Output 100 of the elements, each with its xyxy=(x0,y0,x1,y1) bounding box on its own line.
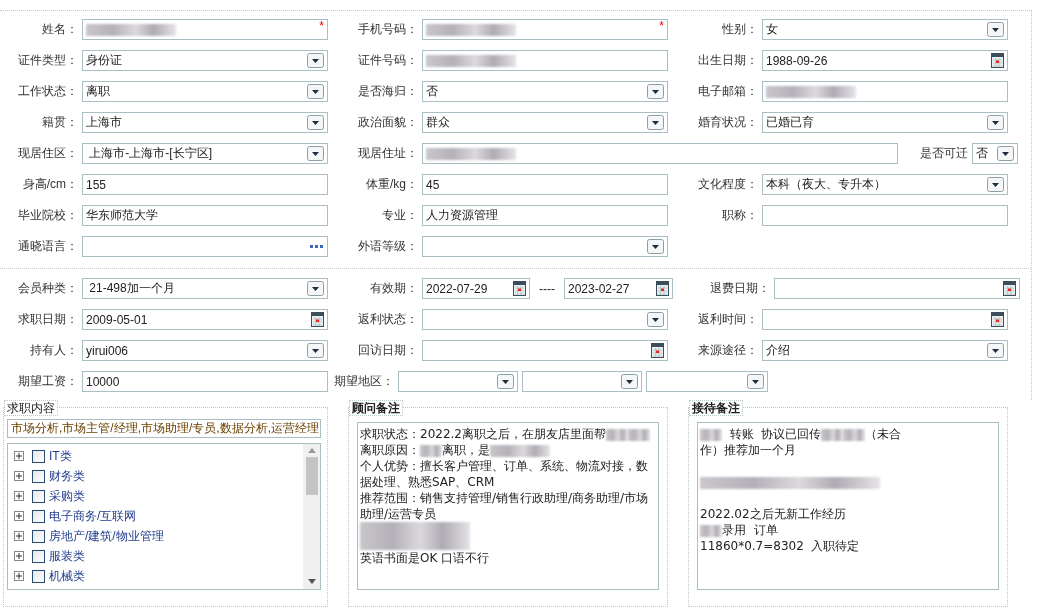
input-field[interactable] xyxy=(762,205,1008,226)
panel-legend: 顾问备注 xyxy=(349,400,403,416)
tree-item[interactable]: 财务类 xyxy=(49,467,85,485)
field-label: 证件号码： xyxy=(357,52,418,69)
date-field[interactable]: 2022-07-29 xyxy=(422,278,530,299)
calendar-icon[interactable] xyxy=(991,53,1004,68)
calendar-icon[interactable] xyxy=(1003,281,1016,296)
expand-icon[interactable] xyxy=(14,571,24,581)
input-field[interactable] xyxy=(82,236,328,257)
field-label: 手机号码： xyxy=(357,21,418,38)
select-field[interactable] xyxy=(398,371,518,392)
notes-textarea[interactable]: 转账 协议已回传 （未合 作）推荐加一个月 2022.02之后无新工作经历 录用 订单 11860*0.7=8302 入职待定 xyxy=(697,422,999,590)
input-field[interactable]: 155 xyxy=(82,174,328,195)
field-label: 会员种类： xyxy=(17,280,78,297)
calendar-icon[interactable] xyxy=(513,281,526,296)
note-text: 英语书面是OK 口语不行 xyxy=(360,551,490,565)
checkbox[interactable] xyxy=(32,569,45,583)
select-field[interactable]: 离职 xyxy=(82,81,328,102)
select-field[interactable]: 已婚已育 xyxy=(762,112,1008,133)
input-field[interactable]: 华东师范大学 xyxy=(82,205,328,226)
select-field[interactable]: 群众 xyxy=(422,112,668,133)
field-label: 性别： xyxy=(721,21,758,38)
tree-item[interactable]: 采购类 xyxy=(49,487,85,505)
select-field[interactable]: 上海市-上海市-[长宁区] xyxy=(82,143,328,164)
select-field[interactable] xyxy=(422,309,668,330)
select-field[interactable]: 21-498加一个月 xyxy=(82,278,328,299)
expand-icon[interactable] xyxy=(14,511,24,521)
input-field[interactable]: 人力资源管理 xyxy=(422,205,668,226)
input-field[interactable]: * xyxy=(422,19,668,40)
date-field[interactable] xyxy=(774,278,1020,299)
field-label: 期望地区： xyxy=(333,373,394,390)
tree-item[interactable]: 电子商务/互联网 xyxy=(49,507,137,525)
input-field[interactable]: 45 xyxy=(422,174,668,195)
field-label: 婚育状况： xyxy=(697,114,758,131)
date-field[interactable]: 1988-09-26 xyxy=(762,50,1008,71)
expand-icon[interactable] xyxy=(14,551,24,561)
checkbox[interactable] xyxy=(32,549,45,563)
date-field[interactable] xyxy=(762,309,1008,330)
blurred-text xyxy=(700,428,722,441)
field-label: 现居住区： xyxy=(17,145,78,162)
tree-item[interactable]: 房地产/建筑/物业管理 xyxy=(49,527,164,545)
checkbox[interactable] xyxy=(32,469,45,483)
input-field[interactable]: 10000 xyxy=(82,371,328,392)
field-label: 职称： xyxy=(721,207,758,224)
scrollbar-thumb[interactable] xyxy=(305,457,318,495)
tree-item[interactable]: 服装类 xyxy=(49,547,85,565)
input-field[interactable] xyxy=(422,50,668,71)
date-field[interactable]: 2009-05-01 xyxy=(82,309,328,330)
expand-icon[interactable] xyxy=(14,531,24,541)
calendar-icon[interactable] xyxy=(311,312,324,327)
select-field[interactable] xyxy=(646,371,768,392)
input-field[interactable]: * xyxy=(82,19,328,40)
select-field[interactable]: 上海市 xyxy=(82,112,328,133)
note-text: 作）推荐加一个月 xyxy=(700,443,796,457)
scrollbar[interactable] xyxy=(303,444,320,589)
date-field[interactable]: 2023-02-27 xyxy=(564,278,673,299)
select-field[interactable]: 否 xyxy=(422,81,668,102)
select-field[interactable]: 否 xyxy=(972,143,1018,164)
expand-icon[interactable] xyxy=(14,491,24,501)
select-field[interactable]: 身份证 xyxy=(82,50,328,71)
panel-legend: 求职内容 xyxy=(4,400,58,416)
field-label: 政治面貌： xyxy=(357,114,418,131)
select-field[interactable]: 介绍 xyxy=(762,340,1008,361)
checkbox[interactable] xyxy=(32,529,45,543)
required-mark: * xyxy=(659,20,664,33)
note-text: 离职原因： xyxy=(360,443,420,457)
field-label: 是否海归： xyxy=(357,83,418,100)
expand-icon[interactable] xyxy=(14,451,24,461)
notes-textarea[interactable]: 求职状态：2022.2离职之后，在朋友店里面帮 离职原因： 离职，是 个人优势：擅长客户管理、订单、系统、物流对接，数据处理、熟悉SAP、CRM 推荐范围：销售支持管理/销售行政助理/商务助理/市场助理/运营专员 英语书面是OK 口语不行 xyxy=(357,422,659,590)
select-field[interactable]: 本科（夜大、专升本） xyxy=(762,174,1008,195)
tree-item[interactable]: 机械类 xyxy=(49,567,85,585)
select-field[interactable]: 女 xyxy=(762,19,1008,40)
expand-icon[interactable] xyxy=(14,471,24,481)
input-field[interactable]: 市场分析,市场主管/经理,市场助理/专员,数据分析,运营经理 xyxy=(7,419,321,438)
checkbox[interactable] xyxy=(32,449,45,463)
note-text: 11860*0.7=8302 入职待定 xyxy=(700,539,860,553)
calendar-icon[interactable] xyxy=(651,343,664,358)
select-field[interactable] xyxy=(422,236,668,257)
scroll-down-icon[interactable] xyxy=(307,579,316,584)
blurred-text xyxy=(606,428,628,441)
field-label: 出生日期： xyxy=(697,52,758,69)
blurred-text xyxy=(420,444,442,457)
more-icon[interactable] xyxy=(310,244,324,249)
select-field[interactable]: yirui006 xyxy=(82,340,328,361)
input-field[interactable] xyxy=(422,143,898,164)
checkbox[interactable] xyxy=(32,489,45,503)
calendar-icon[interactable] xyxy=(656,281,669,296)
select-field[interactable] xyxy=(522,371,642,392)
note-text: 求职状态：2022.2离职之后，在朋友店里面帮 xyxy=(360,427,606,441)
note-text: 离职，是 xyxy=(442,443,490,457)
checkbox[interactable] xyxy=(32,509,45,523)
calendar-icon[interactable] xyxy=(991,312,1004,327)
tree-item[interactable]: IT类 xyxy=(49,447,72,465)
field-label: 通晓语言： xyxy=(17,238,78,255)
input-field[interactable] xyxy=(762,81,1008,102)
date-field[interactable] xyxy=(422,340,668,361)
field-label: 籍贯： xyxy=(41,114,78,131)
field-label: 电子邮箱： xyxy=(697,83,758,100)
blurred-text xyxy=(628,428,650,441)
field-label: 来源途径： xyxy=(697,342,758,359)
